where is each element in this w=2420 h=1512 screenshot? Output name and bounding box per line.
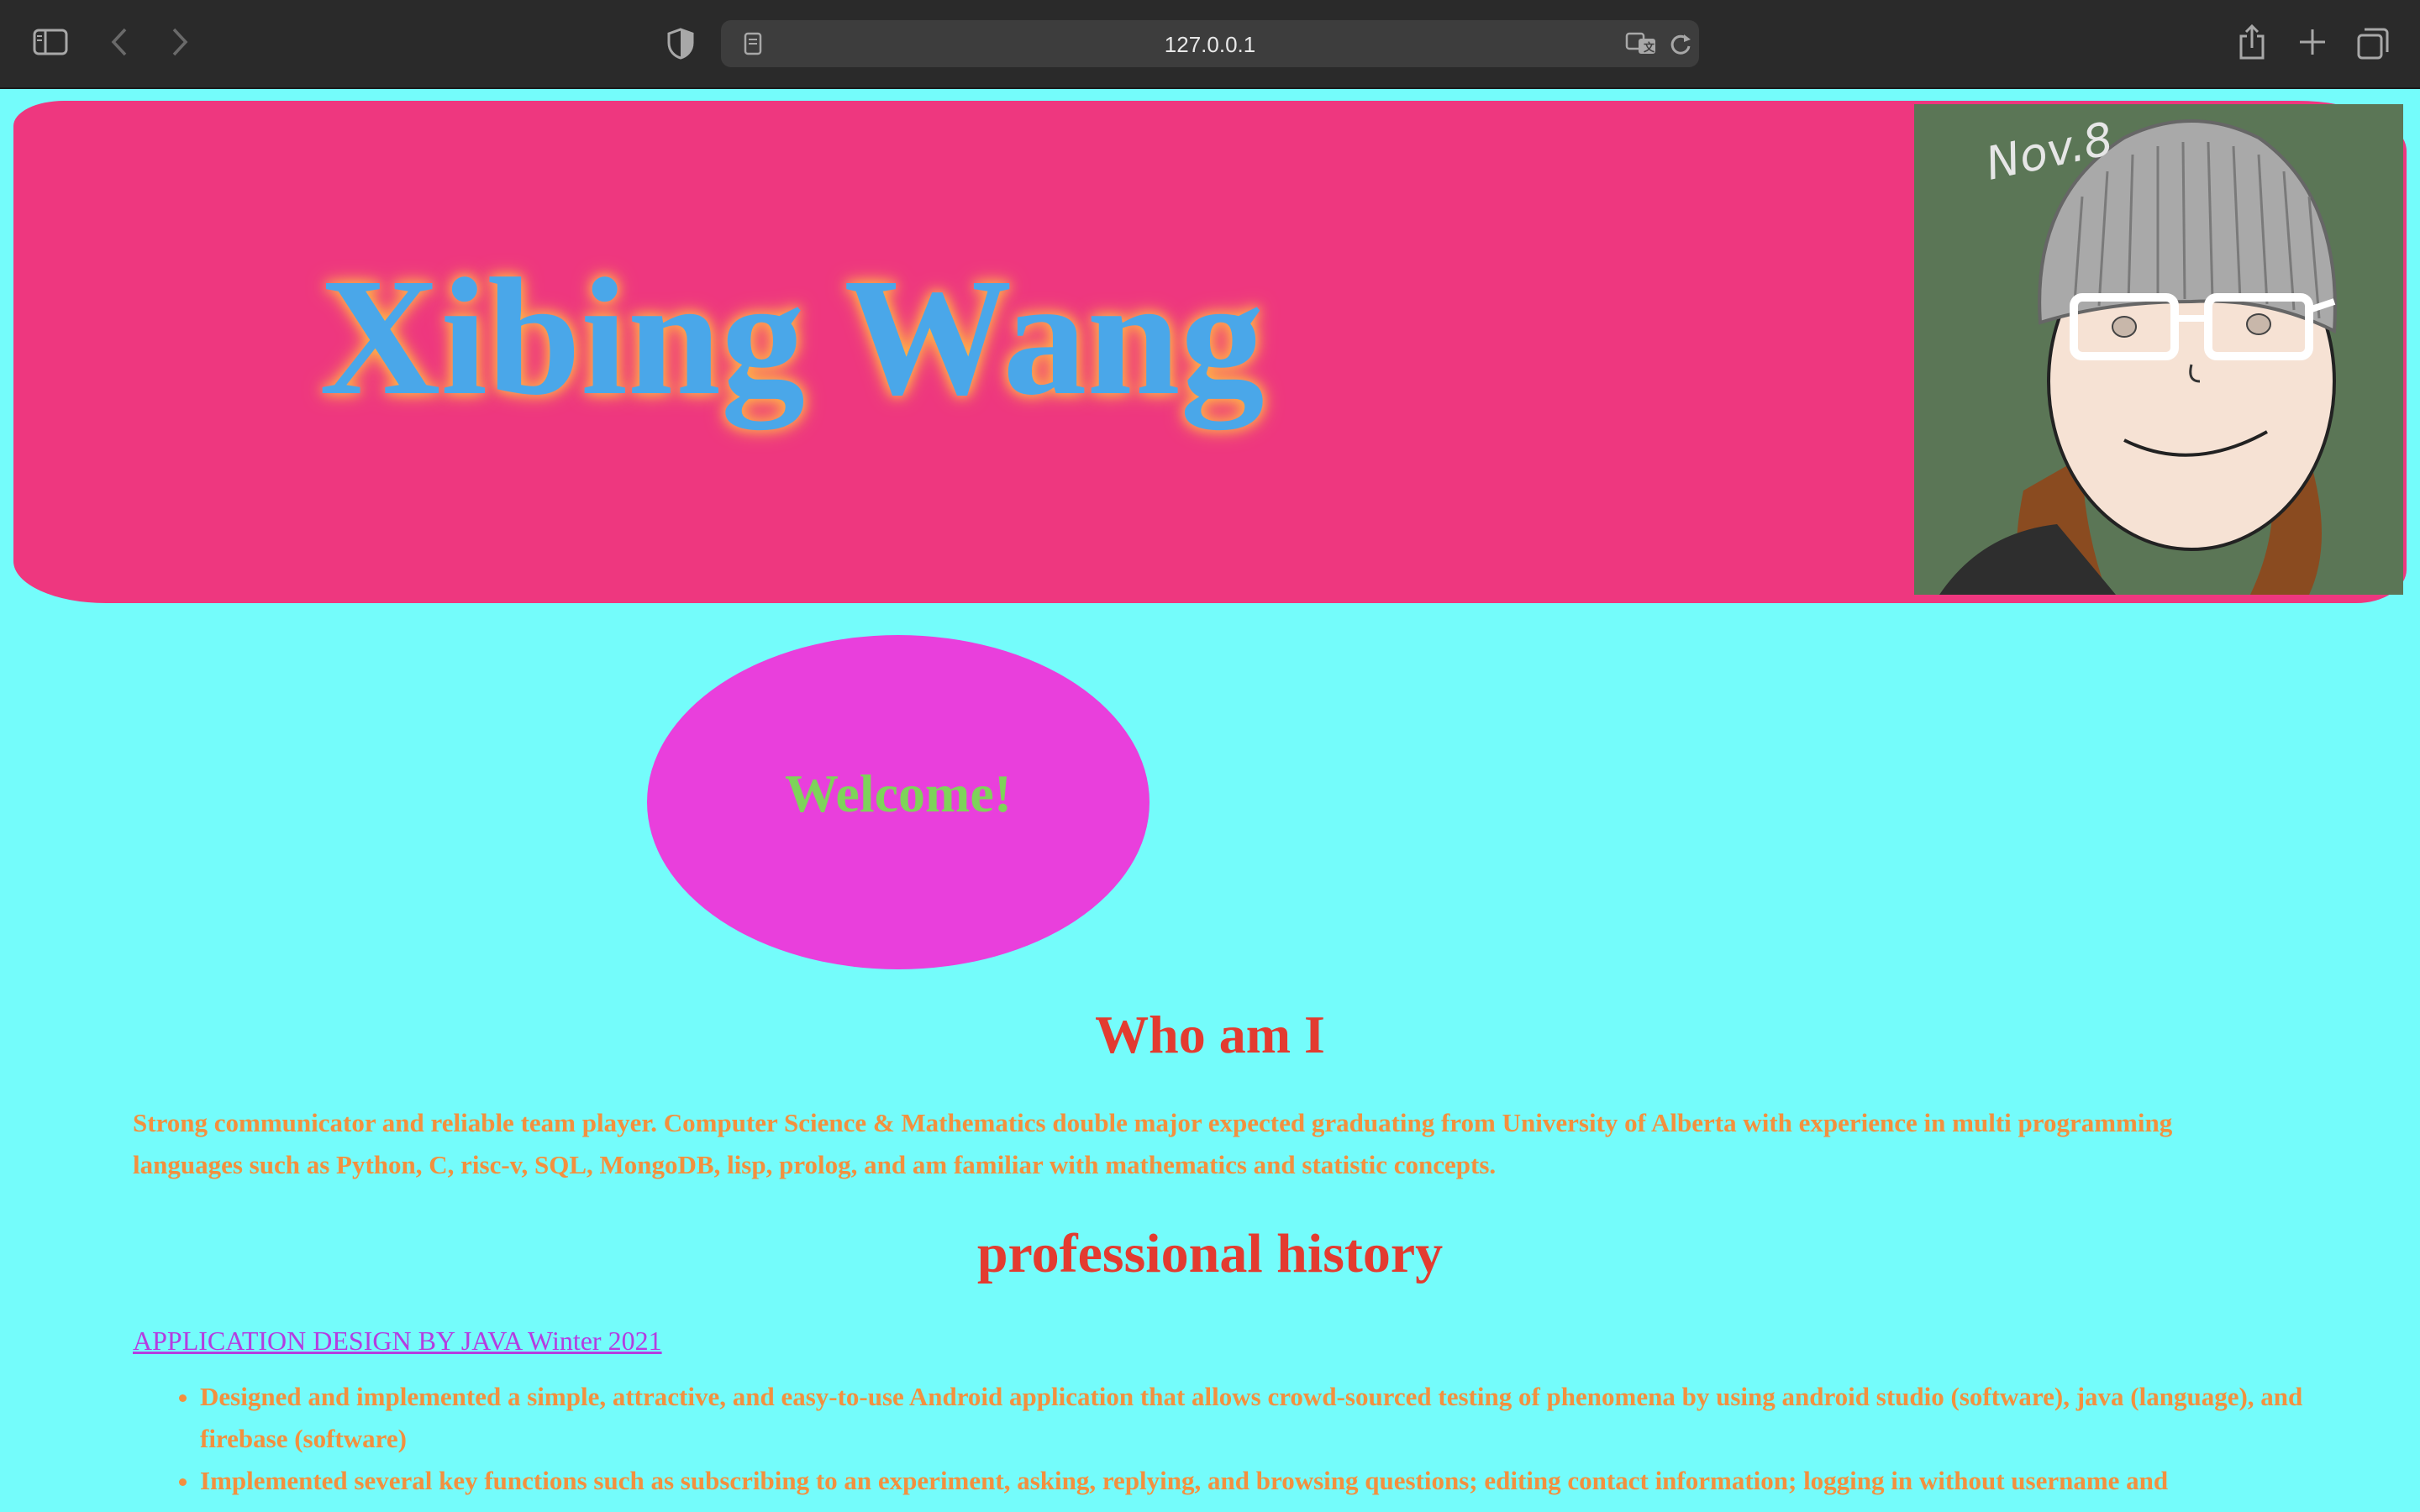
- browser-toolbar: 127.0.0.1 文: [0, 0, 2420, 89]
- page-title: Xibing Wang: [319, 244, 1265, 430]
- tab-overview-icon[interactable]: [2354, 25, 2391, 62]
- svg-text:文: 文: [1644, 41, 1655, 55]
- url-text[interactable]: 127.0.0.1: [721, 32, 1699, 58]
- forward-icon[interactable]: [165, 25, 195, 59]
- back-icon[interactable]: [104, 25, 134, 59]
- list-item: Designed and implemented a simple, attra…: [200, 1376, 2351, 1460]
- welcome-heading: Welcome!: [784, 764, 1013, 823]
- about-heading: Who am I: [1095, 1005, 1325, 1064]
- translate-icon[interactable]: 文: [1625, 30, 1659, 57]
- share-icon[interactable]: [2235, 22, 2269, 62]
- history-heading: professional history: [976, 1223, 1444, 1284]
- new-tab-icon[interactable]: [2294, 24, 2331, 60]
- address-bar[interactable]: 127.0.0.1 文: [721, 20, 1699, 67]
- welcome-oval: Welcome!: [647, 635, 1150, 969]
- avatar: Nov.8: [1914, 104, 2403, 595]
- reload-icon[interactable]: [1667, 30, 1694, 57]
- duties-list: Designed and implemented a simple, attra…: [133, 1376, 2351, 1502]
- privacy-shield-icon[interactable]: [664, 25, 697, 62]
- list-item: Implemented several key functions such a…: [200, 1460, 2351, 1502]
- job-title-link[interactable]: APPLICATION DESIGN BY JAVA Winter 2021: [133, 1326, 662, 1357]
- sidebar-toggle-icon[interactable]: [32, 27, 69, 57]
- about-text: Strong communicator and reliable team pl…: [133, 1108, 2173, 1179]
